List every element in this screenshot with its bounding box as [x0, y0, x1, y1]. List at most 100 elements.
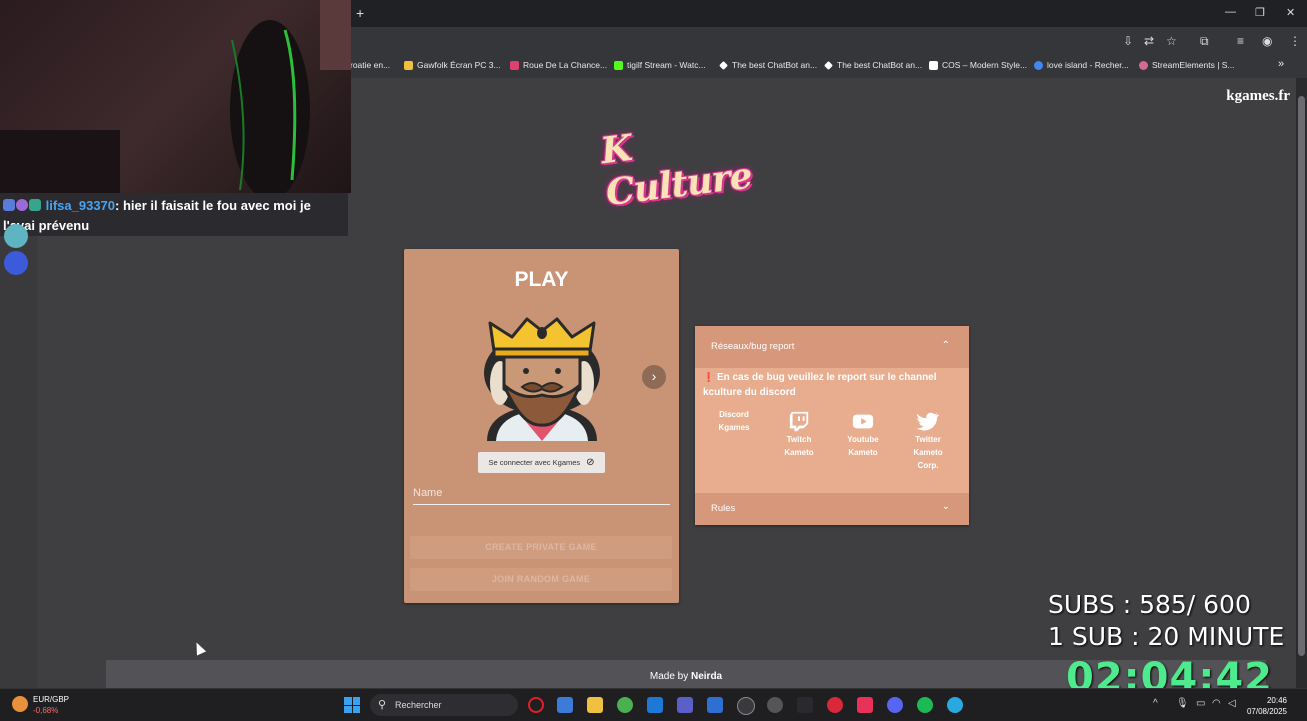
clock-time: 20:46: [1266, 696, 1287, 705]
profile-icon[interactable]: ◉: [1262, 34, 1272, 48]
translate-icon[interactable]: ⇄: [1144, 34, 1154, 48]
bookmark-item[interactable]: tigilf Stream - Watc...: [614, 60, 706, 70]
new-tab-button[interactable]: +: [356, 5, 364, 21]
footer-prefix: Made by: [649, 671, 691, 682]
play-title: PLAY: [514, 268, 569, 291]
chrome-icon[interactable]: [617, 697, 633, 713]
sub-time-value: 1 SUB : 20 MINUTE: [1048, 622, 1285, 651]
kculture-logo: K Culture: [599, 120, 773, 214]
display-icon[interactable]: ▭: [1196, 698, 1205, 709]
bookmark-item[interactable]: roatie en...: [350, 60, 390, 70]
close-icon[interactable]: ✕: [1286, 6, 1295, 19]
bookmark-item[interactable]: Roue De La Chance...: [510, 60, 607, 70]
currency-pair: EUR/GBP: [33, 695, 70, 704]
kgames-login-button[interactable]: Se connecter avec Kgames ⊘: [478, 452, 605, 473]
extensions-icon[interactable]: ⧉: [1200, 34, 1209, 49]
bookmark-item[interactable]: StreamElements | S...: [1139, 60, 1235, 70]
twitch-link[interactable]: Twitch Kameto: [772, 410, 826, 459]
webcam-scene: [0, 0, 351, 193]
join-random-game-button[interactable]: JOIN RANDOM GAME: [410, 568, 672, 591]
currency-change: -0,68%: [33, 706, 59, 715]
google-icon: [1034, 60, 1043, 70]
rules-accordion-title: Rules: [711, 503, 736, 514]
menu-icon[interactable]: ⋮: [1289, 34, 1301, 48]
favicon-icon: [929, 60, 938, 70]
spotify-icon[interactable]: [917, 697, 933, 713]
login-label: Se connecter avec Kgames: [488, 458, 581, 467]
minimize-icon[interactable]: —: [1225, 6, 1236, 18]
favicon-icon: [824, 60, 833, 70]
bookmark-star-icon[interactable]: ☆: [1166, 34, 1177, 48]
badge-icon: [29, 199, 41, 211]
search-icon: ⚲: [378, 699, 387, 711]
scrollbar-thumb[interactable]: [1298, 96, 1305, 656]
footer-author[interactable]: Neirda: [691, 671, 722, 682]
badge-icon: [3, 199, 15, 211]
taskbar: EUR/GBP -0,68% ⚲ Rechercher ^ 🎙 ▭ ◠ ◁ 20…: [0, 688, 1307, 721]
app-icon[interactable]: [797, 697, 813, 713]
app-icon[interactable]: [737, 697, 755, 715]
chat-username: lifsa_93370: [45, 198, 116, 213]
favicon-icon: [1139, 60, 1148, 70]
youtube-icon: [852, 414, 874, 429]
microphone-icon[interactable]: 🎙: [1176, 698, 1189, 709]
tiktok-icon[interactable]: [857, 697, 873, 713]
tray-chevron-icon[interactable]: ^: [1153, 698, 1158, 709]
create-private-game-button[interactable]: CREATE PRIVATE GAME: [410, 536, 672, 559]
twitch-icon: [789, 411, 809, 432]
app-icon[interactable]: [827, 697, 843, 713]
taskbar-search[interactable]: ⚲ Rechercher: [370, 694, 518, 716]
favicon-icon: [719, 60, 728, 70]
more-bookmarks-button[interactable]: »: [1278, 58, 1284, 70]
wifi-icon[interactable]: ◠: [1212, 698, 1221, 709]
reading-list-icon[interactable]: ≡: [1237, 34, 1244, 48]
teams-icon[interactable]: [677, 697, 693, 713]
chat-message: lifsa_93370: hier il faisait le fou avec…: [3, 196, 341, 236]
favicon-icon: [510, 60, 519, 70]
windows-start-icon[interactable]: [344, 697, 360, 713]
rules-accordion-header[interactable]: Rules ⌄: [695, 493, 969, 525]
warning-icon: ❗: [703, 372, 715, 382]
obs-icon[interactable]: [767, 697, 783, 713]
favicon-icon: [404, 60, 413, 70]
favicon-icon: [614, 60, 623, 70]
store-icon[interactable]: [707, 697, 723, 713]
socials-accordion-title: Réseaux/bug report: [711, 341, 795, 352]
currency-widget[interactable]: EUR/GBP -0,68%: [33, 694, 69, 716]
weather-icon[interactable]: [12, 696, 28, 712]
discord-link[interactable]: Discord Kgames: [707, 408, 761, 434]
opera-icon[interactable]: [528, 697, 544, 713]
next-avatar-button[interactable]: ›: [642, 365, 666, 389]
outlook-icon[interactable]: [647, 697, 663, 713]
taskbar-clock[interactable]: 20:46 07/08/2025: [1247, 695, 1287, 717]
bookmark-item[interactable]: The best ChatBot an...: [824, 60, 922, 70]
login-icon: ⊘: [586, 457, 595, 468]
bookmark-item[interactable]: Gawfolk Écran PC 3...: [404, 60, 501, 70]
restore-icon[interactable]: ❐: [1255, 6, 1265, 19]
avatar[interactable]: [4, 224, 28, 248]
bookmark-item[interactable]: COS – Modern Style...: [929, 60, 1027, 70]
clock-date: 07/08/2025: [1246, 707, 1287, 716]
socials-accordion-header[interactable]: Réseaux/bug report ⌃: [695, 326, 969, 368]
folder-icon[interactable]: [587, 697, 603, 713]
left-sidebar: [0, 224, 37, 688]
subs-counter: SUBS : 585/ 600: [1048, 590, 1251, 619]
info-panel: Réseaux/bug report ⌃ ❗ En cas de bug veu…: [695, 326, 969, 525]
volume-icon[interactable]: ◁: [1228, 698, 1236, 709]
bug-report-text: ❗ En cas de bug veuillez le report sur l…: [703, 372, 937, 398]
edge-icon[interactable]: [947, 697, 963, 713]
twitter-link[interactable]: Twitter Kameto Corp.: [901, 410, 955, 472]
site-name[interactable]: kgames.fr: [1226, 88, 1290, 105]
install-icon[interactable]: ⇩: [1123, 34, 1133, 48]
king-avatar-icon: [484, 317, 600, 441]
youtube-link[interactable]: Youtube Kameto: [836, 410, 890, 459]
avatar[interactable]: [4, 251, 28, 275]
name-input[interactable]: [413, 482, 670, 505]
search-placeholder: Rechercher: [395, 700, 442, 710]
badge-icon: [16, 199, 28, 211]
chevron-up-icon: ⌃: [941, 340, 950, 351]
bookmark-item[interactable]: love island - Recher...: [1034, 60, 1129, 70]
app-icon[interactable]: [557, 697, 573, 713]
bookmark-item[interactable]: The best ChatBot an...: [719, 60, 817, 70]
discord-icon[interactable]: [887, 697, 903, 713]
